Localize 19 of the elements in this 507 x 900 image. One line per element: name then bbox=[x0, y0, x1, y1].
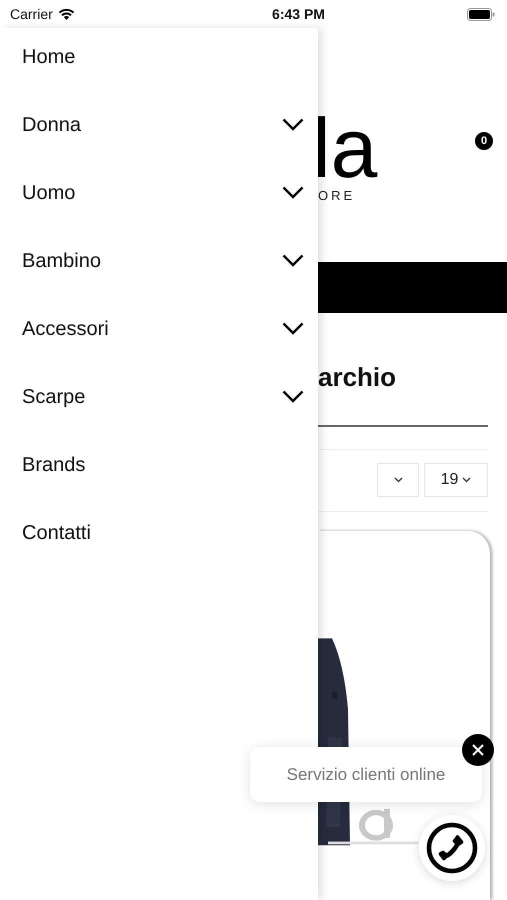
cart-count-badge: 0 bbox=[475, 132, 493, 150]
menu-item[interactable]: Bambino bbox=[0, 245, 318, 313]
page-heading: archio bbox=[318, 362, 398, 392]
chevron-down-icon bbox=[462, 477, 472, 483]
wifi-icon bbox=[58, 8, 75, 20]
phone-icon bbox=[426, 822, 478, 874]
menu-item[interactable]: Contatti bbox=[0, 517, 318, 585]
close-icon bbox=[472, 744, 484, 756]
per-page-select[interactable]: 19 bbox=[424, 463, 488, 497]
clock-time: 6:43 PM bbox=[272, 6, 325, 22]
battery-icon bbox=[466, 8, 495, 20]
menu-item[interactable]: Accessori bbox=[0, 313, 318, 381]
menu-item[interactable]: Home bbox=[0, 41, 318, 109]
carrier-name: Carrier bbox=[10, 6, 53, 22]
logo-tagline: ORE bbox=[318, 188, 356, 203]
menu-item[interactable]: Scarpe bbox=[0, 381, 318, 449]
chat-message: Servizio clienti online bbox=[286, 764, 446, 784]
menu-item[interactable]: Brands bbox=[0, 449, 318, 517]
chevron-down-icon bbox=[394, 477, 402, 483]
